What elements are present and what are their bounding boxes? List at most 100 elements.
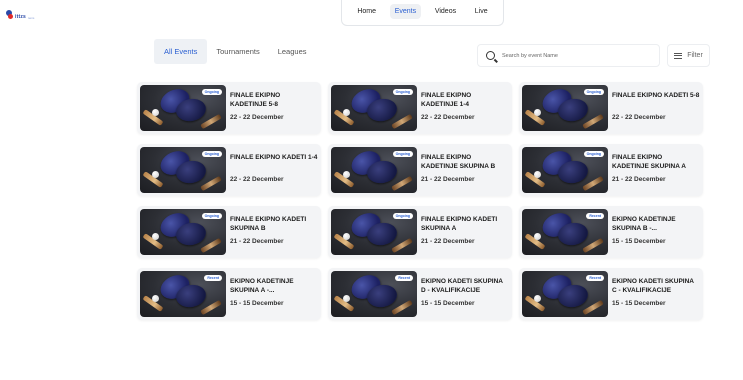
- nav-home[interactable]: Home: [352, 4, 381, 19]
- logo-icon: [6, 10, 14, 20]
- event-title: FINALE EKIPNO KADETINJE 1-4: [421, 92, 472, 108]
- ball-graphic: [152, 295, 159, 302]
- status-badge: Ongoing: [392, 151, 413, 157]
- event-title: EKIPNO KADETINJE SKUPINA B -...: [612, 216, 676, 232]
- nav-live[interactable]: Live: [470, 4, 493, 19]
- event-date: 21 - 22 December: [230, 238, 284, 245]
- search-box[interactable]: [477, 44, 660, 67]
- event-info: EKIPNO KADETINJE SKUPINA A -... 15 - 15 D…: [226, 271, 318, 307]
- status-badge: Recent: [395, 275, 413, 281]
- event-date: 15 - 15 December: [612, 238, 666, 245]
- event-info: EKIPNO KADETI SKUPINA C - KVALIFIKACIJE 1…: [608, 271, 700, 307]
- event-thumbnail: Ongoing: [140, 85, 226, 131]
- nav-videos[interactable]: Videos: [430, 4, 461, 19]
- event-thumbnail: Recent: [140, 271, 226, 317]
- event-date: 22 - 22 December: [612, 114, 666, 121]
- event-info: FINALE EKIPNO KADETINJE 5-8 22 - 22 Decem…: [226, 85, 318, 121]
- paddle-handle-graphic: [391, 237, 413, 254]
- event-thumbnail: Ongoing: [140, 147, 226, 193]
- paddle-handle-graphic: [582, 299, 604, 316]
- filter-button[interactable]: Filter: [667, 44, 710, 67]
- event-title: FINALE EKIPNO KADETINJE SKUPINA B: [421, 154, 496, 170]
- event-thumbnail: Ongoing: [522, 147, 608, 193]
- event-card[interactable]: Ongoing FINALE EKIPNO KADETI SKUPINA B 21 …: [137, 206, 321, 258]
- paddle-handle-graphic: [582, 175, 604, 192]
- event-info: FINALE EKIPNO KADETI SKUPINA B 21 - 22 De…: [226, 209, 318, 245]
- filter-icon: [674, 52, 683, 59]
- event-thumbnail: Ongoing: [331, 209, 417, 255]
- event-date: 15 - 15 December: [230, 300, 284, 307]
- event-card[interactable]: Ongoing FINALE EKIPNO KADETI 5-8 22 - 22 D…: [519, 82, 703, 134]
- event-date: 22 - 22 December: [230, 176, 284, 183]
- event-card[interactable]: Ongoing FINALE EKIPNO KADETI SKUPINA A 21 …: [328, 206, 512, 258]
- paddle-handle-graphic: [200, 299, 222, 316]
- ball-graphic: [534, 295, 541, 302]
- status-badge: Recent: [586, 275, 604, 281]
- event-card[interactable]: Recent EKIPNO KADETINJE SKUPINA A -... 15 …: [137, 268, 321, 320]
- paddle-handle-graphic: [391, 113, 413, 130]
- event-date: 15 - 15 December: [421, 300, 475, 307]
- paddle-handle-graphic: [200, 237, 222, 254]
- tab-leagues[interactable]: Leagues: [269, 39, 316, 64]
- paddle-handle-graphic: [200, 113, 222, 130]
- event-info: FINALE EKIPNO KADETINJE 1-4 22 - 22 Decem…: [417, 85, 509, 121]
- event-info: EKIPNO KADETI SKUPINA D - KVALIFIKACIJE 1…: [417, 271, 509, 307]
- ball-graphic: [343, 295, 350, 302]
- brand-logo[interactable]: ittzs tenis: [6, 8, 36, 20]
- ball-graphic: [343, 109, 350, 116]
- event-thumbnail: Ongoing: [331, 85, 417, 131]
- ball-graphic: [343, 171, 350, 178]
- paddle-handle-graphic: [200, 175, 222, 192]
- event-date: 21 - 22 December: [421, 176, 475, 183]
- event-info: FINALE EKIPNO KADETI SKUPINA A 21 - 22 De…: [417, 209, 509, 245]
- status-badge: Ongoing: [583, 89, 604, 95]
- event-title: FINALE EKIPNO KADETI SKUPINA A: [421, 216, 498, 232]
- event-thumbnail: Ongoing: [522, 85, 608, 131]
- event-card[interactable]: Ongoing FINALE EKIPNO KADETINJE SKUPINA B…: [328, 144, 512, 196]
- event-card[interactable]: Ongoing FINALE EKIPNO KADETINJE SKUPINA A…: [519, 144, 703, 196]
- event-title: EKIPNO KADETI SKUPINA D - KVALIFIKACIJE: [421, 278, 503, 294]
- event-title: FINALE EKIPNO KADETINJE 5-8: [230, 92, 281, 108]
- event-card[interactable]: Recent EKIPNO KADETINJE SKUPINA B -... 15 …: [519, 206, 703, 258]
- events-grid: Ongoing FINALE EKIPNO KADETINJE 5-8 22 - 2…: [137, 82, 703, 320]
- event-date: 22 - 22 December: [230, 114, 284, 121]
- status-badge: Recent: [204, 275, 222, 281]
- top-navigation: Home Events Videos Live: [341, 0, 504, 26]
- event-card[interactable]: Ongoing FINALE EKIPNO KADETINJE 5-8 22 - 2…: [137, 82, 321, 134]
- ball-graphic: [534, 171, 541, 178]
- status-badge: Ongoing: [392, 213, 413, 219]
- paddle-handle-graphic: [582, 237, 604, 254]
- paddle-handle-graphic: [391, 175, 413, 192]
- event-card[interactable]: Recent EKIPNO KADETI SKUPINA D - KVALIFIK…: [328, 268, 512, 320]
- event-thumbnail: Ongoing: [140, 209, 226, 255]
- event-title: FINALE EKIPNO KADETINJE SKUPINA A: [612, 154, 686, 170]
- tab-tournaments[interactable]: Tournaments: [207, 39, 268, 64]
- filter-label: Filter: [687, 52, 703, 59]
- event-date: 15 - 15 December: [612, 300, 666, 307]
- status-badge: Ongoing: [392, 89, 413, 95]
- event-date: 21 - 22 December: [421, 238, 475, 245]
- event-title: EKIPNO KADETINJE SKUPINA A -...: [230, 278, 294, 294]
- logo-subtext: tenis: [28, 16, 35, 20]
- search-input[interactable]: [502, 52, 652, 59]
- nav-events[interactable]: Events: [389, 4, 422, 19]
- status-badge: Recent: [586, 213, 604, 219]
- ball-graphic: [152, 233, 159, 240]
- event-date: 22 - 22 December: [421, 114, 475, 121]
- event-title: FINALE EKIPNO KADETI 5-8: [612, 92, 700, 99]
- paddle-handle-graphic: [391, 299, 413, 316]
- logo-text: ittzs: [15, 14, 26, 20]
- ball-graphic: [534, 233, 541, 240]
- event-thumbnail: Ongoing: [331, 147, 417, 193]
- event-info: FINALE EKIPNO KADETINJE SKUPINA A 21 - 22…: [608, 147, 700, 183]
- event-title: FINALE EKIPNO KADETI 1-4: [230, 154, 318, 161]
- status-badge: Ongoing: [583, 151, 604, 157]
- paddle-handle-graphic: [582, 113, 604, 130]
- event-card[interactable]: Ongoing FINALE EKIPNO KADETI 1-4 22 - 22 D…: [137, 144, 321, 196]
- event-tabs: All Events Tournaments Leagues: [154, 39, 316, 64]
- ball-graphic: [534, 109, 541, 116]
- event-card[interactable]: Ongoing FINALE EKIPNO KADETINJE 1-4 22 - 2…: [328, 82, 512, 134]
- ball-graphic: [152, 109, 159, 116]
- event-card[interactable]: Recent EKIPNO KADETI SKUPINA C - KVALIFIK…: [519, 268, 703, 320]
- tab-all-events[interactable]: All Events: [154, 39, 208, 64]
